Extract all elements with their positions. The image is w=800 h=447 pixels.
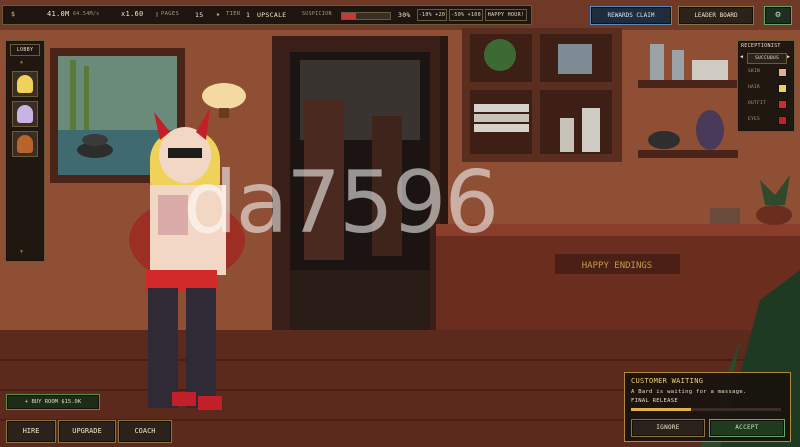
option-hair-label: HAIR <box>748 85 761 90</box>
income-rate: 64.54M/s <box>73 11 100 17</box>
leaderboard-button[interactable]: LEADER BOARD <box>678 6 754 25</box>
suspicion-meter-fill <box>342 13 357 19</box>
leaderboard-label: LEADER BOARD <box>694 12 738 19</box>
option-row-eyes[interactable]: EYES <box>748 115 788 125</box>
option-row-outfit[interactable]: OUTFIT <box>748 99 788 109</box>
customer-message: A Bard is waiting for a massage. <box>631 389 747 395</box>
tier-value: 1 <box>246 11 251 19</box>
reduce-suspicion-10-button[interactable]: -10% +20 <box>417 9 447 21</box>
lobby-scroll-up[interactable]: ▲ <box>20 59 23 65</box>
option-eyes-label: EYES <box>748 117 761 122</box>
option-outfit-swatch <box>778 100 787 109</box>
happy-hour-label: HAPPY HOUR! <box>487 12 525 18</box>
coach-button[interactable]: COACH <box>118 420 172 443</box>
receptionist-panel: RECEPTIONIST ◀ SUCCUBUS ▶ SKIN HAIR OUTF… <box>737 40 795 132</box>
pages-value: 15 <box>195 11 204 19</box>
hire-label: HIRE <box>22 427 40 435</box>
settings-button[interactable]: ⚙ <box>764 6 792 25</box>
lobby-slot-1[interactable] <box>12 71 38 97</box>
happy-hour-button[interactable]: HAPPY HOUR! <box>485 9 527 21</box>
rewards-claim-label: REWARDS CLAIM <box>607 12 655 19</box>
receptionist-selector[interactable]: SUCCUBUS <box>747 53 787 64</box>
selector-right-arrow[interactable]: ▶ <box>787 54 790 60</box>
watermark-text: da7596 <box>183 153 499 253</box>
option-skin-label: SKIN <box>748 69 761 74</box>
lobby-slot-2[interactable] <box>12 101 38 127</box>
customer-service: FINAL RELEASE <box>631 398 678 404</box>
money-value: 41.0M <box>47 10 70 18</box>
lobby-title: LOBBY <box>10 44 40 56</box>
receptionist-selector-value: SUCCUBUS <box>754 56 780 61</box>
dollar-icon: $ <box>11 10 16 18</box>
option-row-hair[interactable]: HAIR <box>748 83 788 93</box>
happy-endings-sign: HAPPY ENDINGS <box>582 261 652 271</box>
coach-label: COACH <box>134 427 156 435</box>
buy-room-button[interactable]: + BUY ROOM $15.0K <box>6 394 100 410</box>
multiplier: x1.60 <box>121 10 144 18</box>
reduce-suspicion-10-label: -10% +20 <box>418 12 446 18</box>
reduce-suspicion-50-button[interactable]: -50% +100 <box>449 9 483 21</box>
accept-label: ACCEPT <box>735 424 759 431</box>
upgrade-button[interactable]: UPGRADE <box>58 420 116 443</box>
accept-button[interactable]: ACCEPT <box>709 419 785 437</box>
customer-title: CUSTOMER WAITING <box>631 377 704 385</box>
customer-patience-fill <box>631 408 691 411</box>
selector-left-arrow[interactable]: ◀ <box>740 54 743 60</box>
suspicion-meter <box>341 12 391 20</box>
wall-lamp <box>202 83 246 109</box>
wall-shelf <box>638 80 738 88</box>
suspicion-label: SUSPICION <box>302 11 332 17</box>
receptionist-title: RECEPTIONIST <box>741 43 781 49</box>
option-outfit-label: OUTFIT <box>748 101 767 106</box>
ignore-button[interactable]: IGNORE <box>631 419 705 437</box>
customer-waiting-panel: CUSTOMER WAITING A Bard is waiting for a… <box>624 372 791 442</box>
upscale-label[interactable]: UPSCALE <box>257 11 287 19</box>
lobby-scroll-down[interactable]: ▼ <box>20 249 23 255</box>
lobby-panel: LOBBY ▲ ▼ <box>5 40 45 262</box>
reduce-suspicion-50-label: -50% +100 <box>451 12 481 18</box>
rewards-claim-button[interactable]: REWARDS CLAIM <box>590 6 672 25</box>
character-avatar-purple <box>17 105 33 123</box>
pages-label: PAGES <box>161 11 180 17</box>
star-icon: ★ <box>216 10 221 18</box>
buy-room-label: + BUY ROOM $15.0K <box>24 399 82 405</box>
pages-icon: ▯ <box>155 10 160 18</box>
tier-label: TIER <box>226 11 241 17</box>
hallway-floor <box>290 270 430 330</box>
suspicion-percent: 30% <box>398 11 411 19</box>
upgrade-label: UPGRADE <box>72 427 102 435</box>
top-status-bar: $ 41.0M 64.54M/s x1.60 ▯ PAGES 15 ★ TIER… <box>2 5 532 25</box>
option-eyes-swatch <box>778 116 787 125</box>
character-avatar-red <box>17 135 33 153</box>
ignore-label: IGNORE <box>656 424 680 431</box>
lobby-slot-3[interactable] <box>12 131 38 157</box>
customer-patience-bar <box>631 408 781 411</box>
gear-icon: ⚙ <box>775 10 781 20</box>
character-avatar-blonde <box>17 75 33 93</box>
option-row-skin[interactable]: SKIN <box>748 67 788 77</box>
option-hair-swatch <box>778 84 787 93</box>
option-skin-swatch <box>778 68 787 77</box>
hire-button[interactable]: HIRE <box>6 420 56 443</box>
